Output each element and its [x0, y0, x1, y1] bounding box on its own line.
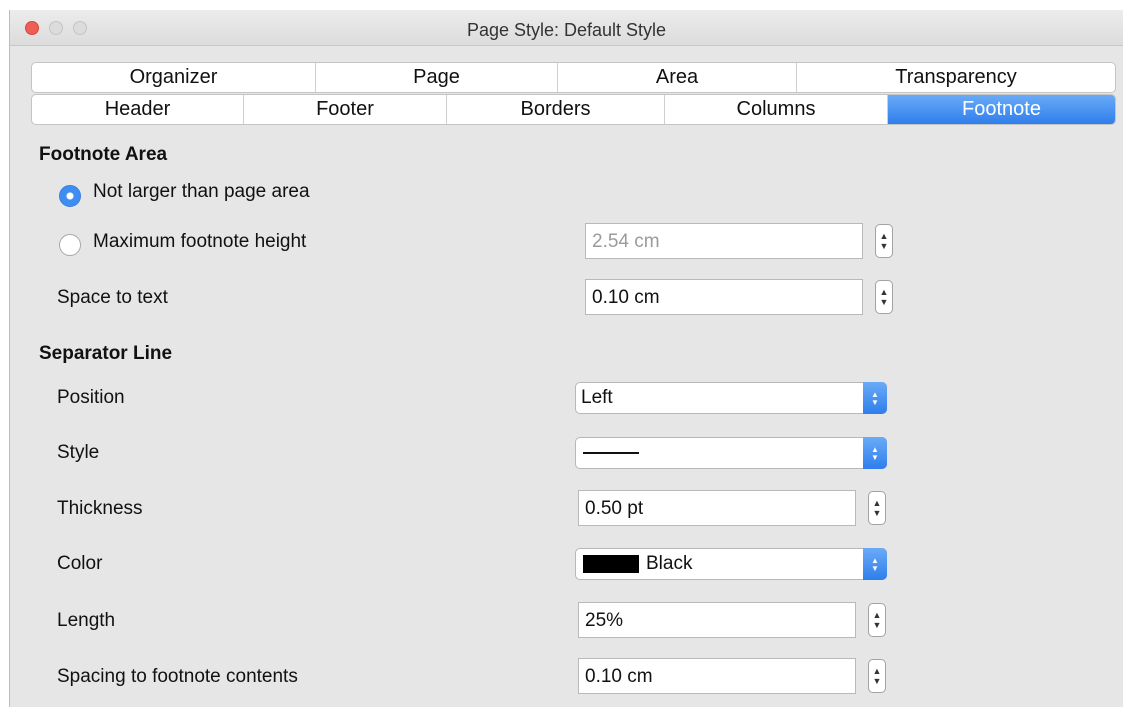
- stepper-down-icon: ▼: [872, 676, 882, 686]
- tab-transparency[interactable]: Transparency: [797, 63, 1115, 92]
- spacing-to-contents-label: Spacing to footnote contents: [57, 666, 298, 687]
- thickness-input[interactable]: 0.50 pt: [578, 490, 856, 526]
- style-dropdown-button[interactable]: ▲ ▼: [863, 437, 887, 469]
- length-stepper[interactable]: ▲ ▼: [868, 603, 886, 637]
- color-swatch: [583, 555, 639, 573]
- chevron-down-icon: ▼: [871, 398, 879, 407]
- space-to-text-label: Space to text: [57, 287, 168, 308]
- space-to-text-input[interactable]: 0.10 cm: [585, 279, 863, 315]
- color-label: Color: [57, 553, 103, 574]
- stepper-up-icon: ▲: [872, 666, 882, 676]
- chevron-down-icon: ▼: [871, 453, 879, 462]
- window-title: Page Style: Default Style: [466, 20, 667, 40]
- chevron-down-icon: ▼: [871, 564, 879, 573]
- not-larger-than-page-radio[interactable]: [59, 185, 81, 207]
- thickness-label: Thickness: [57, 498, 143, 519]
- tab-organizer[interactable]: Organizer: [32, 63, 316, 92]
- stepper-up-icon: ▲: [872, 498, 882, 508]
- page-style-dialog: Page Style: Default Style Organizer Page…: [9, 10, 1123, 707]
- tab-columns[interactable]: Columns: [665, 95, 888, 124]
- title-bar: Page Style: Default Style: [10, 10, 1123, 46]
- not-larger-than-page-label[interactable]: Not larger than page area: [93, 181, 310, 203]
- tab-area[interactable]: Area: [558, 63, 797, 92]
- max-footnote-height-radio[interactable]: [59, 234, 81, 256]
- length-label: Length: [57, 610, 116, 631]
- style-label: Style: [57, 442, 100, 463]
- style-select[interactable]: ▲ ▼: [575, 437, 887, 469]
- tab-footnote[interactable]: Footnote: [888, 95, 1115, 124]
- max-footnote-height-input[interactable]: 2.54 cm: [585, 223, 863, 259]
- color-dropdown-button[interactable]: ▲ ▼: [863, 548, 887, 580]
- stepper-up-icon: ▲: [879, 287, 889, 297]
- stepper-down-icon: ▼: [879, 241, 889, 251]
- stepper-up-icon: ▲: [872, 610, 882, 620]
- tab-footer[interactable]: Footer: [244, 95, 447, 124]
- tab-borders[interactable]: Borders: [447, 95, 665, 124]
- position-value: Left: [581, 387, 613, 408]
- max-footnote-height-stepper[interactable]: ▲ ▼: [875, 224, 893, 258]
- color-value: Black: [646, 553, 693, 574]
- line-style-sample: [583, 452, 639, 454]
- tab-page[interactable]: Page: [316, 63, 558, 92]
- stepper-down-icon: ▼: [879, 297, 889, 307]
- footnote-area-heading: Footnote Area: [39, 144, 168, 165]
- position-select[interactable]: Left ▲ ▼: [575, 382, 887, 414]
- stepper-down-icon: ▼: [872, 508, 882, 518]
- stepper-up-icon: ▲: [879, 231, 889, 241]
- tab-row-1: Organizer Page Area Transparency: [31, 62, 1116, 93]
- color-select[interactable]: Black ▲ ▼: [575, 548, 887, 580]
- tab-header[interactable]: Header: [32, 95, 244, 124]
- position-label: Position: [57, 387, 125, 408]
- length-input[interactable]: 25%: [578, 602, 856, 638]
- tab-row-2: Header Footer Borders Columns Footnote: [31, 94, 1116, 125]
- separator-line-heading: Separator Line: [39, 343, 173, 364]
- stepper-down-icon: ▼: [872, 620, 882, 630]
- thickness-stepper[interactable]: ▲ ▼: [868, 491, 886, 525]
- space-to-text-stepper[interactable]: ▲ ▼: [875, 280, 893, 314]
- spacing-to-contents-stepper[interactable]: ▲ ▼: [868, 659, 886, 693]
- position-dropdown-button[interactable]: ▲ ▼: [863, 382, 887, 414]
- max-footnote-height-label[interactable]: Maximum footnote height: [93, 231, 306, 253]
- spacing-to-contents-input[interactable]: 0.10 cm: [578, 658, 856, 694]
